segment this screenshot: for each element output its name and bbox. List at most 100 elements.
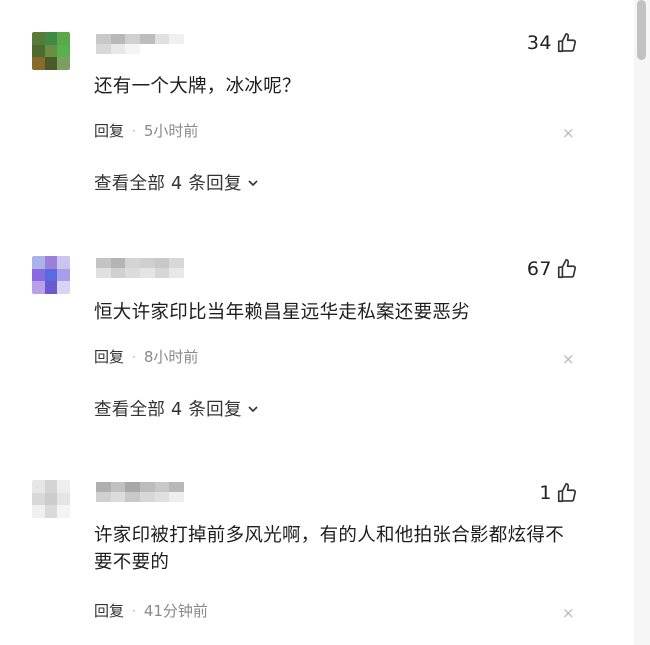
username-mosaic-cell: [140, 482, 155, 492]
comment-text: 许家印被打掉前多风光啊，有的人和他拍张合影都炫得不要不要的: [94, 525, 565, 573]
avatar-mosaic-cell: [57, 505, 70, 518]
username-mosaic-cell: [96, 482, 111, 492]
username-mosaic-cell: [125, 44, 140, 54]
username-mosaic-cell: [154, 482, 170, 492]
username-mosaic-cell: [154, 34, 170, 44]
chevron-down-icon: [248, 405, 258, 412]
username-mosaic-cell: [110, 492, 126, 502]
username-mosaic-cell: [96, 44, 111, 54]
username-mosaic-cell: [140, 258, 155, 268]
close-icon[interactable]: ×: [562, 606, 575, 621]
view-replies-button[interactable]: 查看全部 4 条回复: [94, 396, 259, 421]
thumbs-up-icon: [557, 259, 577, 279]
like-count: 34: [526, 32, 552, 54]
username-blurred[interactable]: [96, 258, 184, 278]
avatar-mosaic-cell: [57, 268, 70, 282]
avatar-mosaic-cell: [57, 492, 70, 506]
separator-dot: ·: [132, 123, 136, 138]
username-mosaic-cell: [154, 268, 170, 278]
avatar-mosaic-cell: [44, 281, 58, 294]
avatar[interactable]: [32, 32, 70, 70]
username-mosaic-cell: [125, 258, 140, 268]
avatar-mosaic-cell: [57, 44, 70, 58]
reply-button[interactable]: 回复: [94, 120, 124, 141]
separator-dot: ·: [132, 349, 136, 364]
comment-time: 8小时前: [143, 348, 199, 366]
avatar-mosaic-cell: [57, 281, 70, 294]
username-mosaic-cell: [169, 268, 184, 278]
avatar-mosaic-cell: [44, 505, 58, 518]
username-mosaic-cell: [169, 482, 184, 492]
avatar-mosaic-cell: [44, 480, 58, 493]
chevron-down-icon: [248, 179, 258, 186]
avatar-mosaic-cell: [32, 256, 45, 269]
like-button[interactable]: 34: [527, 32, 578, 54]
avatar-mosaic-cell: [32, 505, 45, 518]
username-mosaic-cell: [169, 34, 184, 44]
like-button[interactable]: 67: [527, 258, 578, 280]
avatar[interactable]: [32, 480, 70, 518]
view-replies-label: 查看全部 4 条回复: [94, 174, 242, 194]
like-button[interactable]: 1: [539, 482, 578, 504]
separator-dot: ·: [132, 603, 136, 618]
username-mosaic-cell: [96, 492, 111, 502]
reply-button[interactable]: 回复: [94, 346, 124, 367]
avatar-mosaic-cell: [44, 44, 58, 58]
close-icon[interactable]: ×: [562, 126, 575, 141]
username-mosaic-cell: [154, 44, 170, 54]
avatar-mosaic-cell: [44, 268, 58, 282]
username-mosaic-cell: [154, 492, 170, 502]
comment-text: 恒大许家印比当年赖昌星远华走私案还要恶劣: [94, 302, 471, 323]
avatar-mosaic-cell: [32, 492, 45, 506]
username-blurred[interactable]: [96, 482, 184, 502]
username-mosaic-cell: [110, 258, 126, 268]
username-mosaic-cell: [169, 258, 184, 268]
username-mosaic-cell: [96, 34, 111, 44]
avatar-mosaic-cell: [57, 57, 70, 70]
username-mosaic-cell: [140, 34, 155, 44]
reply-button[interactable]: 回复: [94, 600, 124, 621]
scrollbar-track[interactable]: [634, 0, 650, 645]
username-mosaic-cell: [140, 44, 155, 54]
username-mosaic-cell: [154, 258, 170, 268]
comment-meta: 回复 · 5小时前: [94, 120, 198, 141]
username-mosaic-cell: [110, 34, 126, 44]
comment-text: 还有一个大牌，冰冰呢？: [94, 76, 301, 97]
scrollbar-thumb[interactable]: [637, 0, 646, 60]
username-mosaic-cell: [110, 482, 126, 492]
close-icon[interactable]: ×: [562, 352, 575, 367]
like-count: 67: [526, 258, 552, 280]
username-mosaic-cell: [96, 268, 111, 278]
avatar-mosaic-cell: [32, 268, 45, 282]
username-mosaic-cell: [140, 268, 155, 278]
username-mosaic-cell: [110, 44, 126, 54]
avatar-mosaic-cell: [44, 57, 58, 70]
username-mosaic-cell: [125, 268, 140, 278]
username-mosaic-cell: [140, 492, 155, 502]
avatar[interactable]: [32, 256, 70, 294]
avatar-mosaic-cell: [32, 57, 45, 70]
username-mosaic-cell: [110, 268, 126, 278]
view-replies-button[interactable]: 查看全部 4 条回复: [94, 170, 259, 195]
username-mosaic-cell: [169, 44, 184, 54]
username-mosaic-cell: [125, 34, 140, 44]
avatar-mosaic-cell: [44, 492, 58, 506]
view-replies-label: 查看全部 4 条回复: [94, 400, 242, 420]
avatar-mosaic-cell: [32, 480, 45, 493]
username-mosaic-cell: [125, 482, 140, 492]
username-blurred[interactable]: [96, 34, 184, 54]
comment-time: 5小时前: [143, 122, 199, 140]
like-count: 1: [539, 482, 552, 504]
avatar-mosaic-cell: [32, 32, 45, 45]
avatar-mosaic-cell: [32, 281, 45, 294]
avatar-mosaic-cell: [32, 44, 45, 58]
avatar-mosaic-cell: [44, 256, 58, 269]
username-mosaic-cell: [96, 258, 111, 268]
avatar-mosaic-cell: [57, 256, 70, 269]
thumbs-up-icon: [557, 483, 577, 503]
comment-meta: 回复 · 41分钟前: [94, 600, 208, 621]
username-mosaic-cell: [169, 492, 184, 502]
avatar-mosaic-cell: [57, 32, 70, 45]
avatar-mosaic-cell: [57, 480, 70, 493]
username-mosaic-cell: [125, 492, 140, 502]
